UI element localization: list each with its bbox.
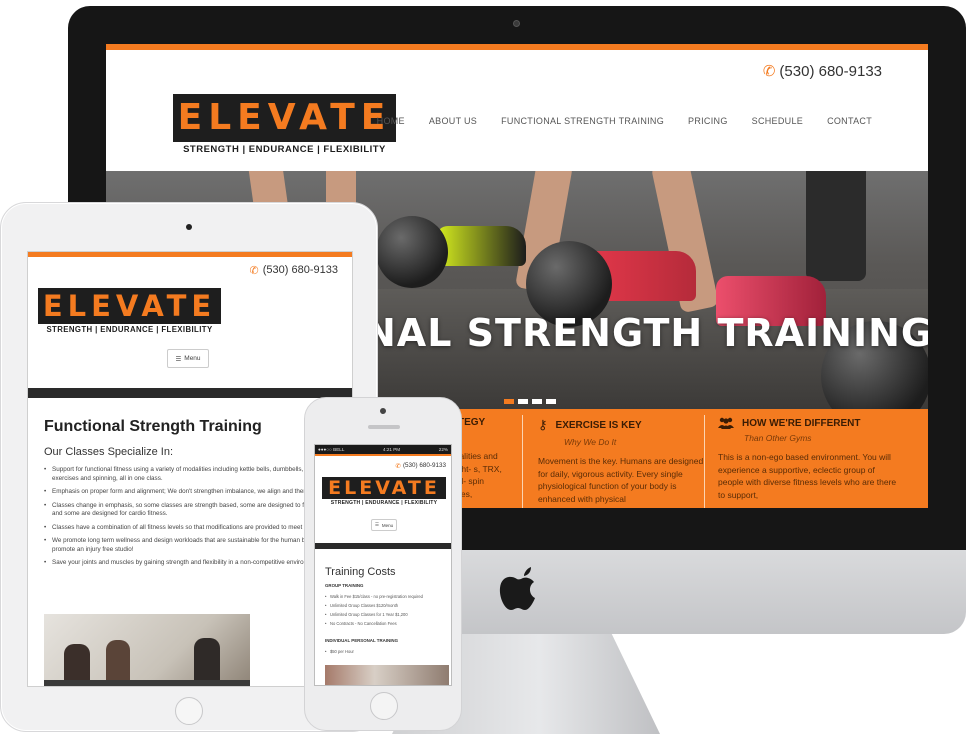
logo-tagline: STRENGTH | ENDURANCE | FLEXIBILITY <box>38 324 221 336</box>
battery-label: 22% <box>438 447 448 452</box>
list-item: Unlimited Group Classes for 1 Year $1,20… <box>325 612 449 617</box>
feature-how-were-different: HOW WE'RE DIFFERENT Than Other Gyms This… <box>718 417 898 508</box>
nav-pricing[interactable]: PRICING <box>688 116 728 126</box>
list-item: No Contracts - No Cancellation Fees <box>325 621 449 626</box>
home-button[interactable] <box>370 692 398 720</box>
nav-home[interactable]: HOME <box>377 116 405 126</box>
feature-body: Movement is the key. Humans are designed… <box>538 456 704 504</box>
page-subtitle: Our Classes Specialize In: <box>44 446 173 458</box>
site-logo[interactable]: ELEVATE STRENGTH | ENDURANCE | FLEXIBILI… <box>173 94 396 158</box>
logo-word: ELEVATE <box>42 289 217 323</box>
header-phone[interactable]: ✆ (530) 680-9133 <box>762 62 882 81</box>
key-icon: ⚷ <box>538 417 548 432</box>
apple-logo-icon <box>499 567 535 610</box>
phone-screen: ●●●○○ BELL 4:21 PM 22% ✆ (530) 680-9133 … <box>314 444 452 686</box>
camera-icon <box>380 408 386 414</box>
status-bar: ●●●○○ BELL 4:21 PM 22% <box>315 445 451 454</box>
feature-subtitle: Why We Do It <box>564 437 617 447</box>
hamburger-icon: ☰ <box>175 355 182 363</box>
clock-label: 4:21 PM <box>383 447 401 452</box>
phone-icon: ✆ <box>762 63 776 80</box>
phone-number: (530) 680-9133 <box>402 462 446 469</box>
site-header: ✆ (530) 680-9133 ELEVATE STRENGTH | ENDU… <box>106 50 928 171</box>
hero-glove <box>806 171 866 281</box>
logo-tagline: STRENGTH | ENDURANCE | FLEXIBILITY <box>322 499 446 507</box>
carrier-label: ●●●○○ BELL <box>318 447 345 452</box>
phone-icon: ✆ <box>249 265 259 277</box>
feature-divider <box>704 415 705 508</box>
feature-subtitle: Than Other Gyms <box>744 433 812 443</box>
menu-button[interactable]: ☰ Menu <box>371 519 397 531</box>
kettlebell <box>376 216 448 288</box>
phone-number: (530) 680-9133 <box>779 62 882 80</box>
hero-title: NAL STRENGTH TRAINING <box>364 311 928 355</box>
feature-title: ⚷ EXERCISE IS KEY <box>538 417 642 432</box>
hero-shoe <box>436 226 526 266</box>
nav-bar <box>315 543 451 549</box>
slider-dots <box>504 399 556 404</box>
group-training-title: GROUP TRAINING <box>325 583 364 588</box>
nav-functional-strength-training[interactable]: FUNCTIONAL STRENGTH TRAINING <box>501 116 664 126</box>
main-nav: HOME ABOUT US FUNCTIONAL STRENGTH TRAINI… <box>377 116 872 126</box>
feature-title: HOW WE'RE DIFFERENT <box>718 417 898 429</box>
menu-button[interactable]: ☰ Menu <box>167 349 209 368</box>
header-phone[interactable]: ✆ (530) 680-9133 <box>250 264 338 277</box>
group-pricing-list: Walk in Fee $15/class - no pre-registrat… <box>325 594 449 630</box>
top-accent-bar <box>315 454 451 456</box>
nav-about-us[interactable]: ABOUT US <box>429 116 477 126</box>
page-title: Functional Strength Training <box>44 418 262 435</box>
list-item: $50 per Hour <box>325 649 449 654</box>
nav-bar <box>28 388 352 398</box>
logo-word: ELEVATE <box>328 477 440 499</box>
personal-pricing-list: $50 per Hour <box>325 649 449 658</box>
slider-dot[interactable] <box>546 399 556 404</box>
gym-photo <box>44 614 250 686</box>
iphone-device: ●●●○○ BELL 4:21 PM 22% ✆ (530) 680-9133 … <box>304 397 462 731</box>
feature-exercise-is-key: ⚷ EXERCISE IS KEY Why We Do It Movement … <box>538 417 708 508</box>
top-accent-bar <box>28 252 352 257</box>
studio-photo <box>325 665 449 685</box>
slider-dot[interactable] <box>504 399 514 404</box>
feature-divider <box>522 415 523 508</box>
menu-label: Menu <box>184 355 201 362</box>
home-button[interactable] <box>175 697 203 725</box>
site-logo[interactable]: ELEVATE STRENGTH | ENDURANCE | FLEXIBILI… <box>322 477 446 507</box>
nav-contact[interactable]: CONTACT <box>827 116 872 126</box>
phone-number: (530) 680-9133 <box>262 264 338 276</box>
slider-dot[interactable] <box>532 399 542 404</box>
logo-tagline: STRENGTH | ENDURANCE | FLEXIBILITY <box>173 142 396 158</box>
menu-label: Menu <box>381 522 394 528</box>
slider-dot[interactable] <box>518 399 528 404</box>
page-title: Training Costs <box>325 566 396 578</box>
feature-body: This is a non-ego based environment. You… <box>718 452 897 500</box>
list-item: Unlimited Group Classes $120/month <box>325 603 449 608</box>
nav-schedule[interactable]: SCHEDULE <box>752 116 803 126</box>
header-phone[interactable]: ✆ (530) 680-9133 <box>395 462 446 470</box>
personal-training-title: INDIVIDUAL PERSONAL TRAINING <box>325 638 399 643</box>
phone-icon: ✆ <box>395 463 401 470</box>
site-logo[interactable]: ELEVATE STRENGTH | ENDURANCE | FLEXIBILI… <box>38 288 221 336</box>
list-item: Walk in Fee $15/class - no pre-registrat… <box>325 594 449 599</box>
camera-icon <box>186 224 192 230</box>
group-icon <box>718 417 734 429</box>
speaker-grille <box>368 425 400 429</box>
camera-icon <box>513 20 520 27</box>
hamburger-icon: ☰ <box>374 522 379 527</box>
logo-word: ELEVATE <box>177 97 392 138</box>
